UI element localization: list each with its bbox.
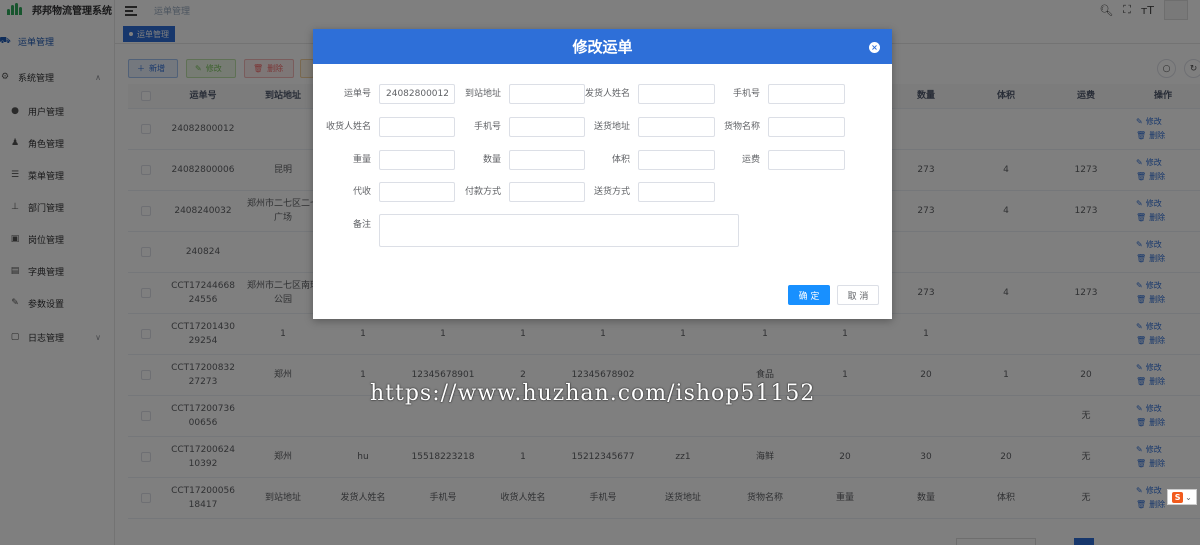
ime-indicator[interactable]: S ⌄: [1167, 489, 1197, 505]
watermark: https://www.huzhan.com/ishop51152: [370, 381, 816, 406]
label-receiver: 收货人姓名: [325, 122, 371, 132]
label-pay-method: 付款方式: [464, 187, 501, 197]
label-arrival: 到站地址: [464, 89, 501, 99]
confirm-button[interactable]: 确 定: [788, 285, 830, 305]
label-delivery-method: 送货方式: [593, 187, 630, 197]
chevron-icon: ⌄: [1185, 492, 1192, 502]
label-qty: 数量: [482, 155, 501, 165]
label-goods: 货物名称: [723, 122, 760, 132]
delivery-method-input[interactable]: [638, 182, 715, 202]
label-remark: 备注: [352, 220, 371, 230]
label-sender: 发货人姓名: [584, 89, 630, 99]
close-icon[interactable]: ×: [869, 42, 880, 53]
cancel-button[interactable]: 取 消: [837, 285, 879, 305]
edit-waybill-dialog: 修改运单 × 运单号 到站地址 发货人姓名 手机号 收货人姓名 手机号 送货地址…: [313, 29, 892, 319]
freight-input[interactable]: [768, 150, 845, 170]
goods-name-input[interactable]: [768, 117, 845, 137]
label-freight: 运费: [741, 155, 760, 165]
label-waybill-no: 运单号: [343, 89, 371, 99]
label-weight: 重量: [352, 155, 371, 165]
sogou-icon: S: [1172, 491, 1184, 503]
label-volume: 体积: [611, 155, 630, 165]
label-delivery-addr: 送货地址: [593, 122, 630, 132]
label-phone1: 手机号: [732, 89, 760, 99]
dialog-header: 修改运单 ×: [313, 29, 892, 64]
label-cod: 代收: [352, 187, 371, 197]
sender-phone-input[interactable]: [768, 84, 845, 104]
dialog-title: 修改运单: [572, 38, 633, 56]
remark-textarea[interactable]: [379, 214, 739, 247]
label-phone2: 手机号: [473, 122, 501, 132]
